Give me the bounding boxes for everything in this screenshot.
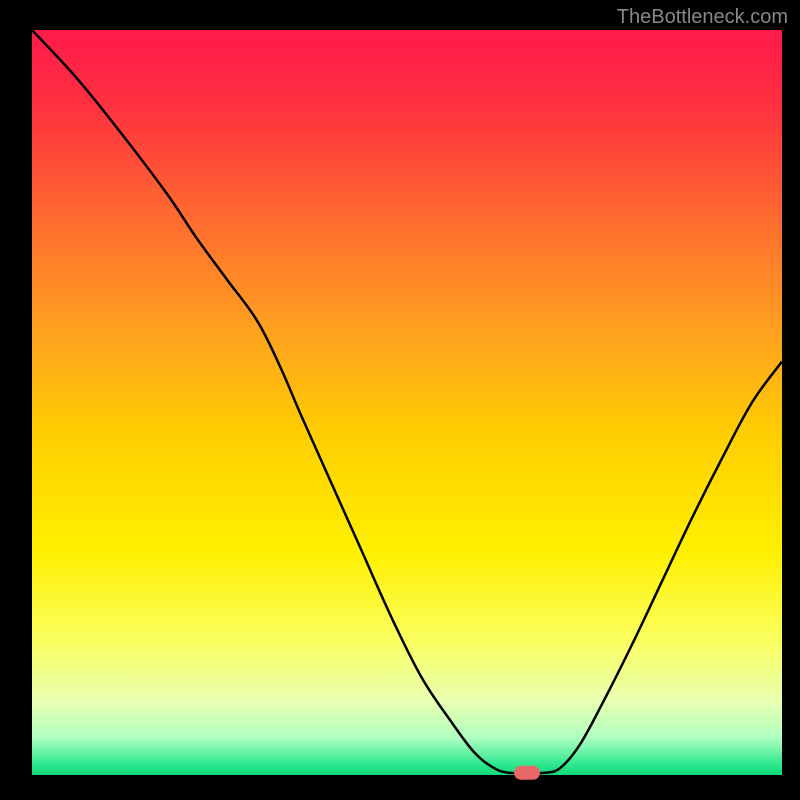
chart-container (0, 0, 800, 800)
gradient-background (32, 30, 782, 775)
bottleneck-chart (0, 0, 800, 800)
optimal-marker (514, 766, 540, 780)
watermark-text: TheBottleneck.com (617, 6, 788, 29)
